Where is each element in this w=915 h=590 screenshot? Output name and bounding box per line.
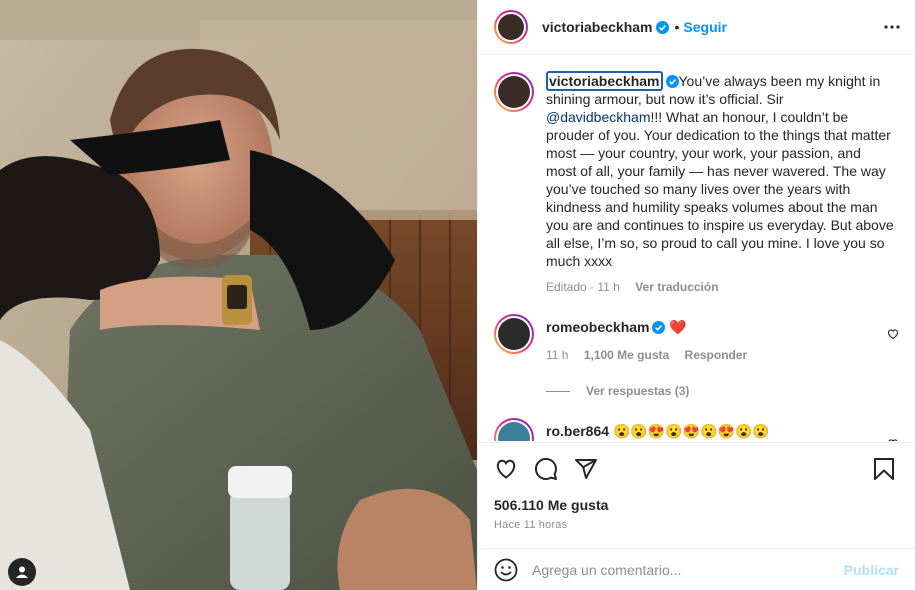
comment-avatar[interactable] xyxy=(494,418,534,441)
comment-text: ❤️ xyxy=(669,319,687,335)
comment-like-icon[interactable] xyxy=(887,438,899,441)
caption-username[interactable]: victoriabeckham xyxy=(546,71,663,91)
more-icon[interactable] xyxy=(883,18,901,36)
post-photo[interactable] xyxy=(0,0,477,590)
view-replies-label: Ver respuestas (3) xyxy=(586,384,690,398)
caption-text: victoriabeckham You’ve always been my kni… xyxy=(546,71,894,270)
comment-text: 😮😮😍😮😍😮😍😮😮 xyxy=(612,423,770,439)
post-author-avatar[interactable] xyxy=(494,10,528,44)
photo-illustration xyxy=(0,0,477,590)
translate-button[interactable]: Ver traducción xyxy=(635,280,718,294)
reply-button[interactable]: Responder xyxy=(685,348,748,362)
bookmark-icon[interactable] xyxy=(873,457,895,481)
post-actions: 506.110 Me gusta Hace 11 horas xyxy=(478,442,915,546)
comment-username[interactable]: romeobeckham xyxy=(546,319,649,335)
add-comment-bar: Publicar xyxy=(478,548,915,590)
likes-count[interactable]: 506.110 Me gusta xyxy=(494,497,899,513)
view-replies-button[interactable]: Ver respuestas (3) xyxy=(546,384,899,398)
caption: victoriabeckham You’ve always been my kni… xyxy=(494,71,899,294)
user-tag-icon xyxy=(16,566,28,578)
comment-age[interactable]: 11 h xyxy=(546,348,568,362)
publish-button[interactable]: Publicar xyxy=(844,562,899,578)
post-timestamp[interactable]: Hace 11 horas xyxy=(494,519,899,531)
comment-icon[interactable] xyxy=(534,457,558,481)
comment-like-icon[interactable] xyxy=(887,328,899,340)
comment-username[interactable]: ro.ber864 xyxy=(546,423,609,439)
follow-button[interactable]: Seguir xyxy=(683,19,727,35)
verified-icon xyxy=(652,321,666,334)
post-details-panel: victoriabeckham • Seguir victoriabeckham… xyxy=(477,0,915,590)
caption-text-part-2: !!! What an honour, I couldn’t be proude… xyxy=(546,109,894,269)
separator-dot: • xyxy=(674,19,680,35)
caption-meta: Editado · 11 h Ver traducción xyxy=(546,280,719,294)
replies-divider xyxy=(546,390,570,392)
post-modal: victoriabeckham • Seguir victoriabeckham… xyxy=(0,0,915,590)
comment-input[interactable] xyxy=(532,561,844,578)
comment-meta: 11 h 1,100 Me gusta Responder xyxy=(546,348,894,362)
verified-icon xyxy=(655,20,669,34)
comment-item: romeobeckham ❤️ 11 h 1,100 Me gusta Resp… xyxy=(494,314,899,362)
post-author-username[interactable]: victoriabeckham xyxy=(542,19,653,35)
caption-mention-link[interactable]: @davidbeckham xyxy=(546,109,651,125)
caption-age[interactable]: 11 h xyxy=(597,280,619,294)
caption-avatar[interactable] xyxy=(494,72,534,112)
comment-likes[interactable]: 1,100 Me gusta xyxy=(584,348,669,362)
comments-section[interactable]: victoriabeckham You’ve always been my kni… xyxy=(478,56,915,441)
user-tag-button[interactable] xyxy=(8,558,36,586)
emoji-icon[interactable] xyxy=(494,558,518,582)
comment-item: ro.ber864 😮😮😍😮😍😮😍😮😮 xyxy=(494,418,899,441)
edited-label: Editado xyxy=(546,280,587,294)
share-icon[interactable] xyxy=(574,457,598,481)
post-header: victoriabeckham • Seguir xyxy=(478,0,915,55)
verified-icon xyxy=(665,75,679,88)
comment-avatar[interactable] xyxy=(494,314,534,354)
heart-icon[interactable] xyxy=(494,457,518,481)
